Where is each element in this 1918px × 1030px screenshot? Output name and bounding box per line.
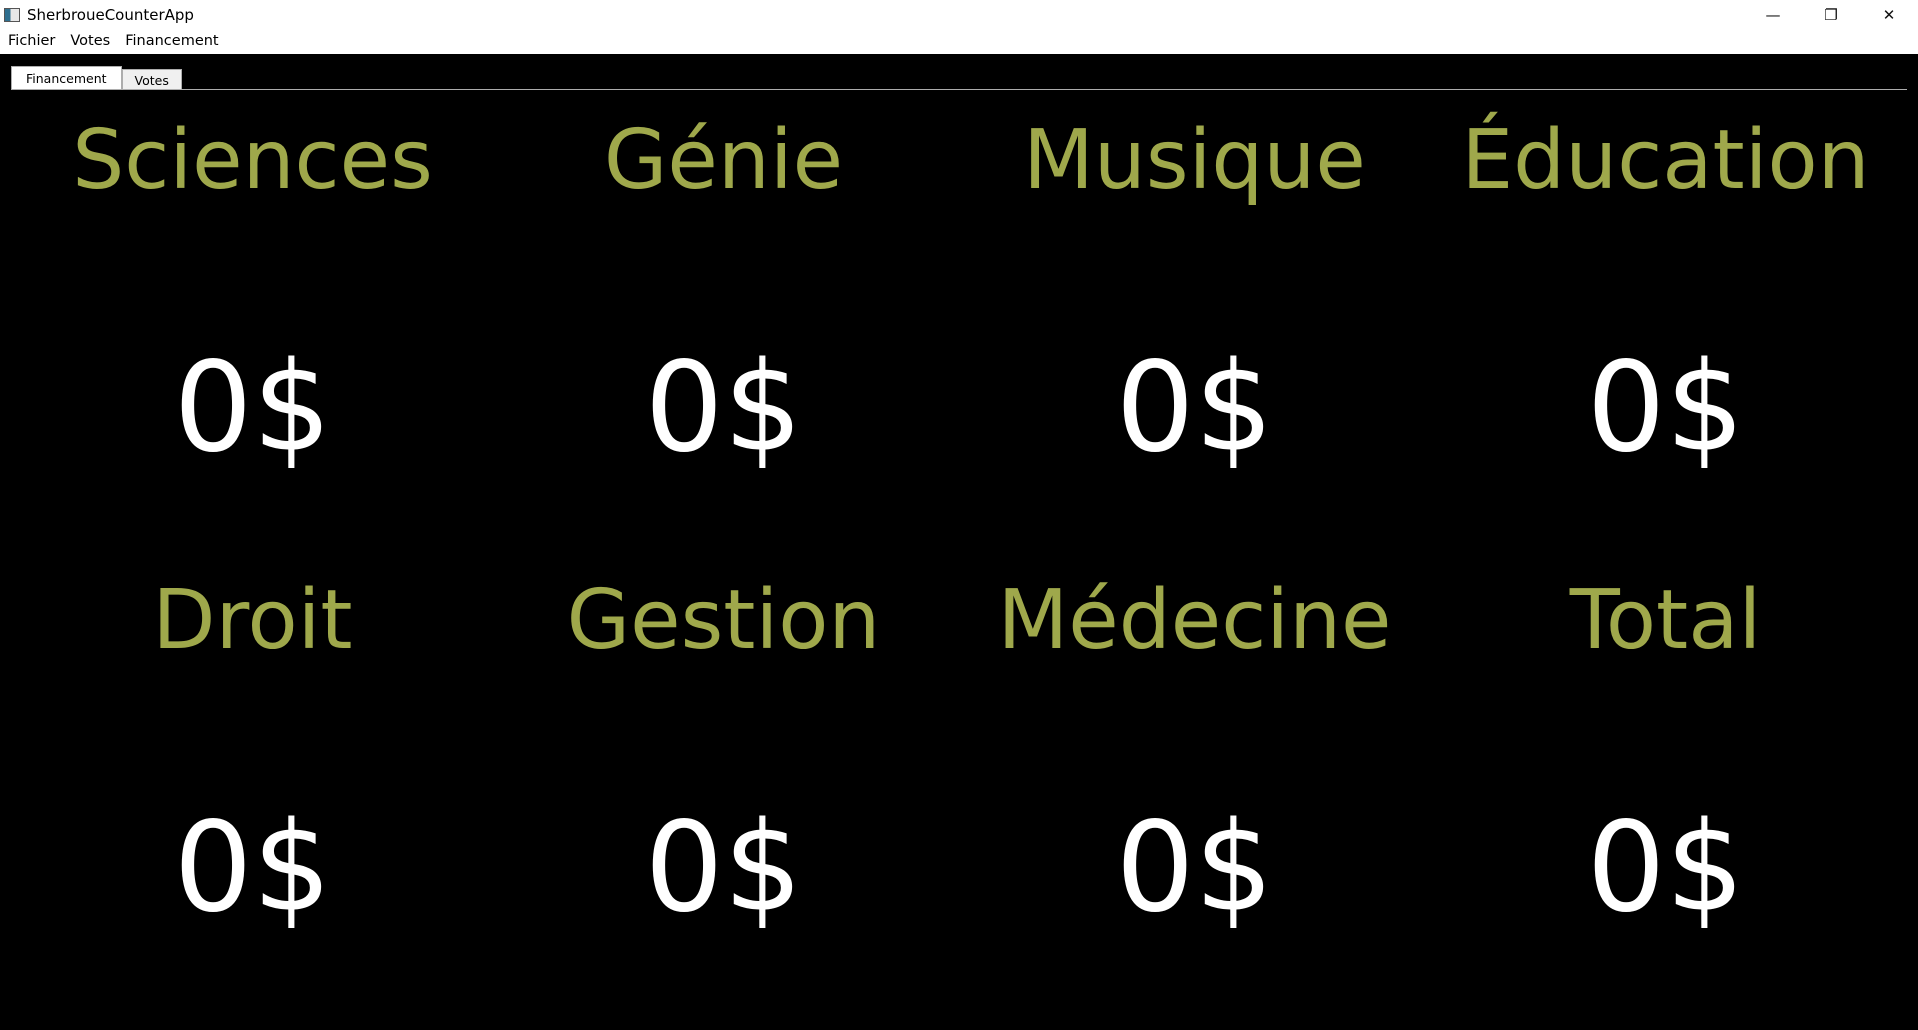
faculty-name: Médecine (997, 573, 1392, 668)
faculty-name: Droit (152, 573, 353, 668)
title-bar: SherbroueCounterApp — ❐ ✕ (0, 0, 1918, 29)
faculty-name: Total (1569, 573, 1762, 668)
close-icon: ✕ (1882, 5, 1896, 24)
minimize-button[interactable]: — (1744, 0, 1802, 29)
menu-financement[interactable]: Financement (117, 29, 225, 54)
faculty-card-sciences: Sciences 0$ (17, 96, 488, 556)
close-button[interactable]: ✕ (1860, 0, 1918, 29)
faculty-amount: 0$ (173, 796, 332, 940)
tab-strip: Financement Votes (11, 66, 182, 90)
minimize-icon: — (1765, 5, 1781, 24)
tab-financement[interactable]: Financement (11, 66, 122, 90)
faculty-card-education: Éducation 0$ (1430, 96, 1901, 556)
faculty-name: Éducation (1461, 113, 1870, 208)
faculty-name: Sciences (72, 113, 433, 208)
faculty-card-total: Total 0$ (1430, 556, 1901, 1016)
window-title: SherbroueCounterApp (27, 5, 194, 24)
faculty-amount: 0$ (1586, 796, 1745, 940)
tab-votes[interactable]: Votes (121, 69, 182, 90)
tab-divider (11, 89, 1907, 90)
faculty-card-musique: Musique 0$ (959, 96, 1430, 556)
faculty-card-droit: Droit 0$ (17, 556, 488, 1016)
window-controls: — ❐ ✕ (1744, 0, 1918, 29)
faculty-amount: 0$ (1115, 336, 1274, 480)
faculty-card-gestion: Gestion 0$ (488, 556, 959, 1016)
faculty-amount: 0$ (644, 336, 803, 480)
faculty-amount: 0$ (1115, 796, 1274, 940)
app-window: SherbroueCounterApp — ❐ ✕ Fichier Votes … (0, 0, 1918, 1030)
faculty-name: Musique (1023, 113, 1366, 208)
menu-bar: Fichier Votes Financement (0, 29, 1918, 54)
faculty-card-medecine: Médecine 0$ (959, 556, 1430, 1016)
faculty-amount: 0$ (644, 796, 803, 940)
faculty-amount: 0$ (173, 336, 332, 480)
menu-votes[interactable]: Votes (62, 29, 117, 54)
faculty-amount: 0$ (1586, 336, 1745, 480)
restore-icon: ❐ (1824, 5, 1838, 24)
faculty-name: Génie (603, 113, 844, 208)
funding-grid: Sciences 0$ Génie 0$ Musique 0$ Éducatio… (17, 96, 1901, 1026)
faculty-name: Gestion (566, 573, 881, 668)
menu-fichier[interactable]: Fichier (0, 29, 62, 54)
restore-button[interactable]: ❐ (1802, 0, 1860, 29)
faculty-card-genie: Génie 0$ (488, 96, 959, 556)
app-icon (4, 7, 20, 22)
